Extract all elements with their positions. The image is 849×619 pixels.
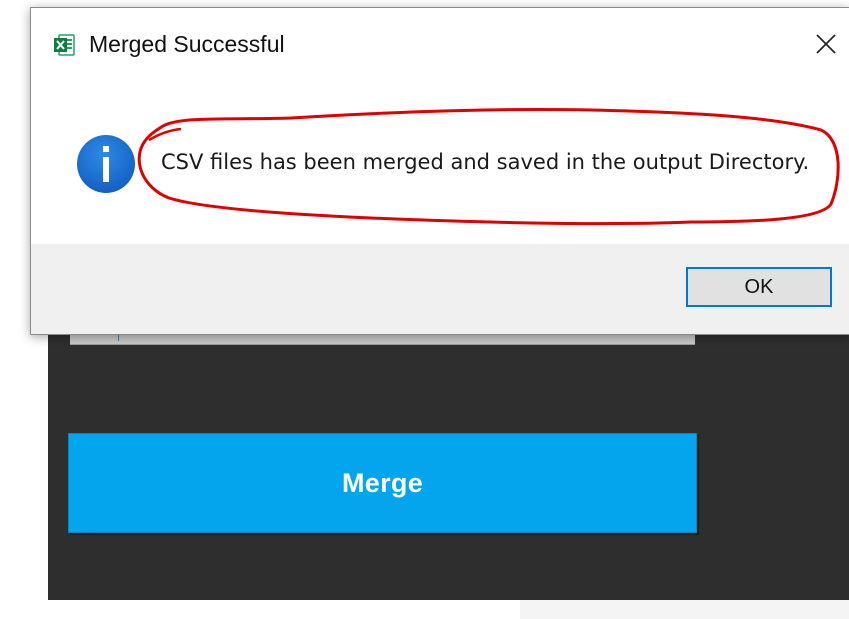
ok-button[interactable]: OK: [686, 267, 832, 307]
dialog-footer: OK: [31, 244, 849, 334]
message-dialog: Merged Successful CSV files has been mer…: [30, 7, 849, 335]
merge-button[interactable]: Merge: [68, 433, 697, 533]
background-area: [0, 600, 520, 619]
close-button[interactable]: [803, 22, 849, 66]
info-icon: [75, 133, 137, 195]
dialog-title: Merged Successful: [89, 31, 285, 57]
close-icon: [816, 34, 836, 54]
background-area-right: [520, 600, 849, 619]
background-margin: [0, 0, 10, 619]
dialog-titlebar[interactable]: Merged Successful: [31, 8, 849, 80]
dialog-message: CSV files has been merged and saved in t…: [161, 150, 810, 174]
excel-icon: [52, 33, 76, 57]
dialog-content: CSV files has been merged and saved in t…: [31, 80, 849, 244]
